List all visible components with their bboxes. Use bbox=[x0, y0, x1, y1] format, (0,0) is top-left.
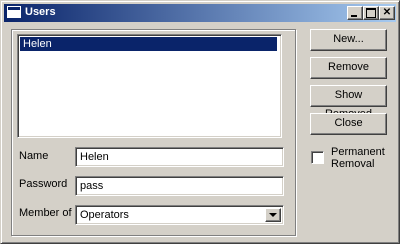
users-listbox[interactable]: Helen bbox=[17, 34, 282, 138]
name-field[interactable] bbox=[75, 147, 284, 167]
title-bar[interactable]: Users ✕ bbox=[4, 4, 396, 22]
close-window-button[interactable]: ✕ bbox=[379, 6, 395, 20]
remove-button[interactable]: Remove bbox=[310, 57, 387, 79]
show-removed-button[interactable]: Show Removed bbox=[310, 85, 387, 120]
password-label: Password bbox=[19, 178, 68, 190]
window-icon bbox=[7, 6, 21, 18]
minimize-button[interactable] bbox=[347, 6, 363, 20]
users-dialog: Users ✕ Helen Name Password Member of Op… bbox=[0, 0, 400, 244]
maximize-button[interactable] bbox=[363, 6, 379, 20]
permanent-removal-label: Permanent Removal bbox=[331, 146, 385, 170]
name-input[interactable] bbox=[78, 150, 281, 164]
password-field[interactable] bbox=[75, 176, 284, 196]
name-label: Name bbox=[19, 150, 49, 162]
new-button[interactable]: New... bbox=[310, 29, 387, 51]
member-of-value: Operators bbox=[80, 209, 129, 221]
list-item[interactable]: Helen bbox=[20, 37, 277, 51]
close-button[interactable]: Close bbox=[310, 113, 387, 135]
window-title: Users bbox=[25, 6, 56, 18]
permanent-removal-checkbox[interactable] bbox=[311, 151, 324, 164]
member-of-label: Member of bbox=[19, 207, 72, 219]
member-of-select[interactable]: Operators bbox=[75, 205, 284, 225]
chevron-down-icon[interactable] bbox=[265, 208, 281, 222]
password-input[interactable] bbox=[78, 179, 281, 193]
